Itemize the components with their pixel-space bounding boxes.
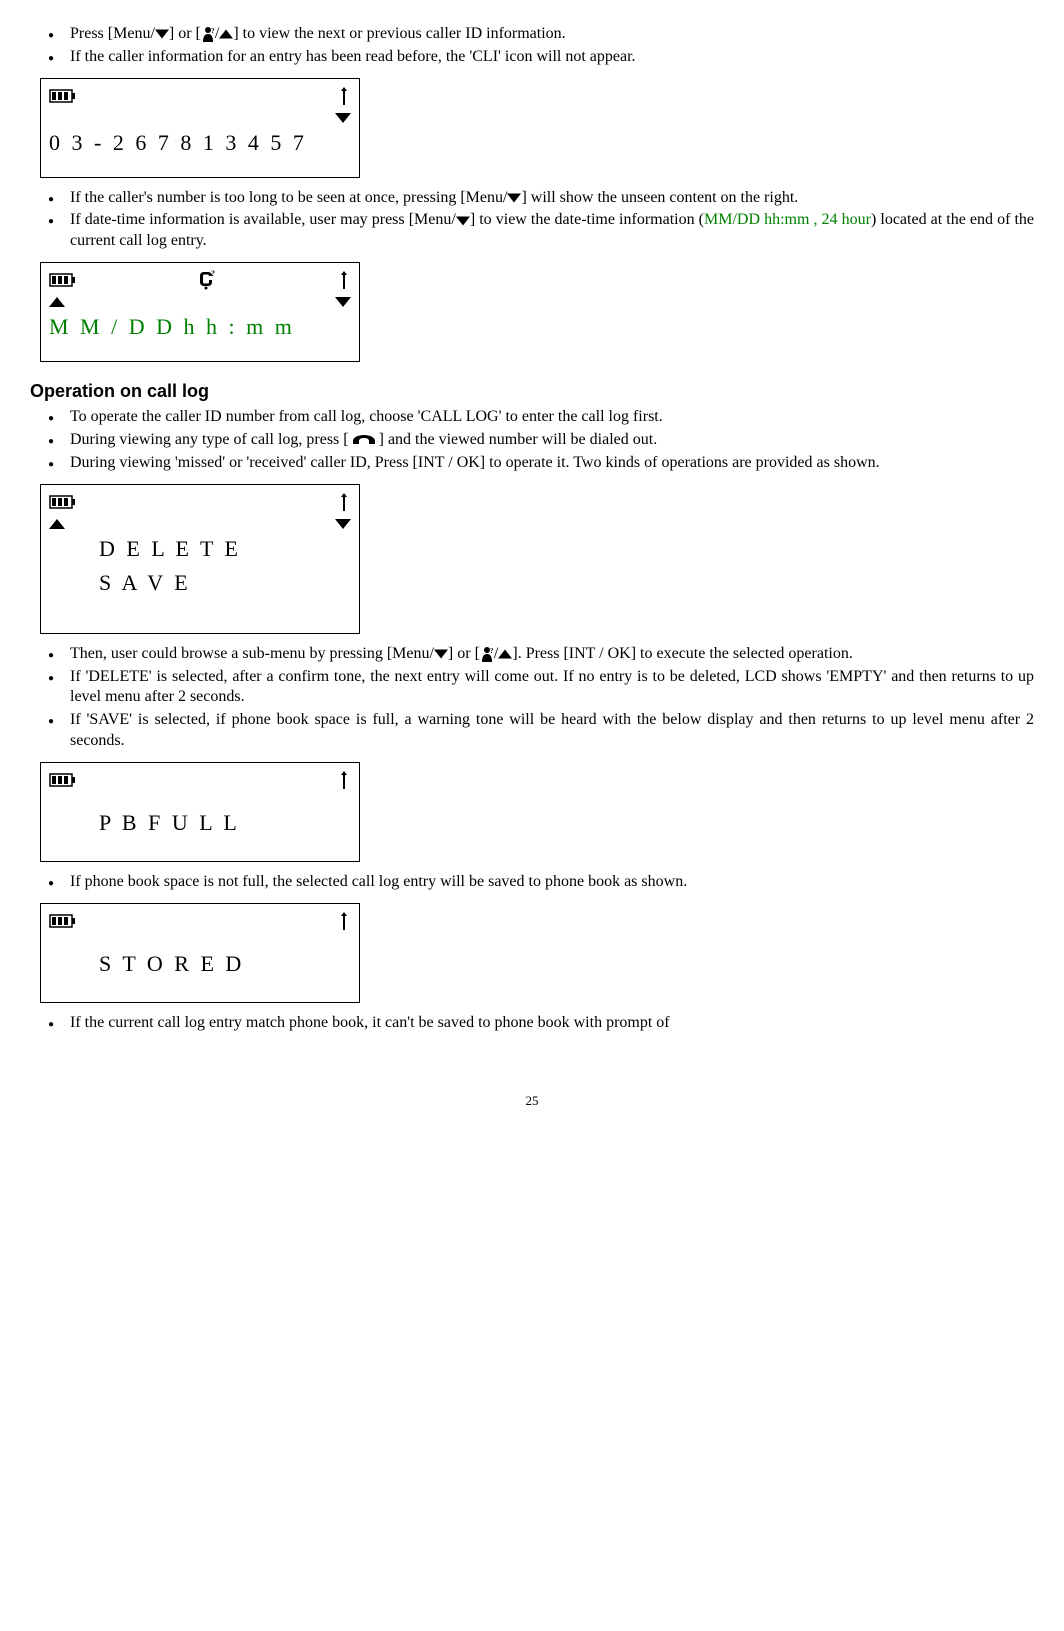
after-lcd5-list: If the current call log entry match phon… (30, 1013, 1034, 1034)
menu-down-icon (434, 649, 448, 659)
signal-icon (337, 912, 351, 930)
text: ]. Press [INT / OK] to execute the selec… (512, 645, 852, 662)
text: ] or [ (448, 645, 480, 662)
phone-hook-icon (349, 433, 379, 449)
menu-down-icon (155, 29, 169, 39)
text: ] and the viewed number will be dialed o… (379, 431, 658, 448)
down-arrow-icon (335, 297, 351, 307)
lcd1-line: 0 3 - 2 6 7 8 1 3 4 5 7 (49, 129, 351, 158)
op-b1: To operate the caller ID number from cal… (48, 407, 1034, 428)
battery-icon (49, 494, 77, 510)
menu-down-icon (507, 193, 521, 203)
lcd-screen-5: S T O R E D (40, 903, 360, 1003)
up-arrow-icon (49, 297, 65, 307)
lcd3-line2: S A V E (49, 569, 351, 598)
signal-icon (337, 771, 351, 789)
lcd-screen-3: D E L E T E S A V E (40, 484, 360, 634)
after-lcd1-b1: If the caller's number is too long to be… (48, 188, 1034, 209)
signal-icon (337, 493, 351, 511)
op-b3: During viewing 'missed' or 'received' ca… (48, 453, 1034, 474)
up-key-icon (498, 649, 512, 659)
text: ] will show the unseen content on the ri… (521, 189, 798, 206)
after-lcd3-b3: If 'SAVE' is selected, if phone book spa… (48, 710, 1034, 752)
person-icon (480, 646, 494, 662)
lcd-screen-1: 0 3 - 2 6 7 8 1 3 4 5 7 (40, 78, 360, 178)
lcd3-line1: D E L E T E (49, 535, 351, 564)
battery-icon (49, 88, 77, 104)
lcd5-line: S T O R E D (49, 950, 351, 979)
battery-icon (49, 272, 77, 288)
battery-icon (49, 913, 77, 929)
menu-down-icon (456, 216, 470, 226)
text: ] to view the date-time information ( (470, 211, 704, 228)
down-arrow-icon (335, 519, 351, 529)
text: Press [Menu/ (70, 25, 155, 42)
after-lcd1-b2: If date-time information is available, u… (48, 210, 1034, 252)
signal-icon (337, 271, 351, 289)
text: If the caller's number is too long to be… (70, 189, 507, 206)
op-list: To operate the caller ID number from cal… (30, 407, 1034, 473)
section-heading: Operation on call log (30, 380, 1034, 403)
green-text: MM/DD hh:mm , 24 hour (704, 211, 871, 228)
after-lcd4-list: If phone book space is not full, the sel… (30, 872, 1034, 893)
signal-icon (337, 87, 351, 105)
lcd-screen-4: P B F U L L (40, 762, 360, 862)
text: ] or [ (169, 25, 201, 42)
lcd4-line: P B F U L L (49, 809, 351, 838)
lcd2-line: M M / D D h h : m m (49, 313, 351, 342)
up-arrow-icon (49, 519, 65, 529)
down-arrow-icon (335, 113, 351, 123)
after-lcd5-b1: If the current call log entry match phon… (48, 1013, 1034, 1034)
text: ] to view the next or previous caller ID… (233, 25, 565, 42)
intro-bullet-2: If the caller information for an entry h… (48, 47, 1034, 68)
text: During viewing any type of call log, pre… (70, 431, 349, 448)
after-lcd1-list: If the caller's number is too long to be… (30, 188, 1034, 252)
text: Then, user could browse a sub-menu by pr… (70, 645, 434, 662)
intro-bullet-1: Press [Menu/] or [/] to view the next or… (48, 24, 1034, 45)
battery-icon (49, 772, 77, 788)
after-lcd3-b2: If 'DELETE' is selected, after a confirm… (48, 667, 1034, 709)
op-b2: During viewing any type of call log, pre… (48, 430, 1034, 451)
page-number: 25 (30, 1093, 1034, 1110)
lcd-screen-2: M M / D D h h : m m (40, 262, 360, 362)
after-lcd4-b1: If phone book space is not full, the sel… (48, 872, 1034, 893)
person-icon (201, 26, 215, 42)
after-lcd3-b1: Then, user could browse a sub-menu by pr… (48, 644, 1034, 665)
up-key-icon (219, 29, 233, 39)
intro-list: Press [Menu/] or [/] to view the next or… (30, 24, 1034, 68)
after-lcd3-list: Then, user could browse a sub-menu by pr… (30, 644, 1034, 752)
phone-question-icon (198, 270, 216, 290)
text: If date-time information is available, u… (70, 211, 456, 228)
